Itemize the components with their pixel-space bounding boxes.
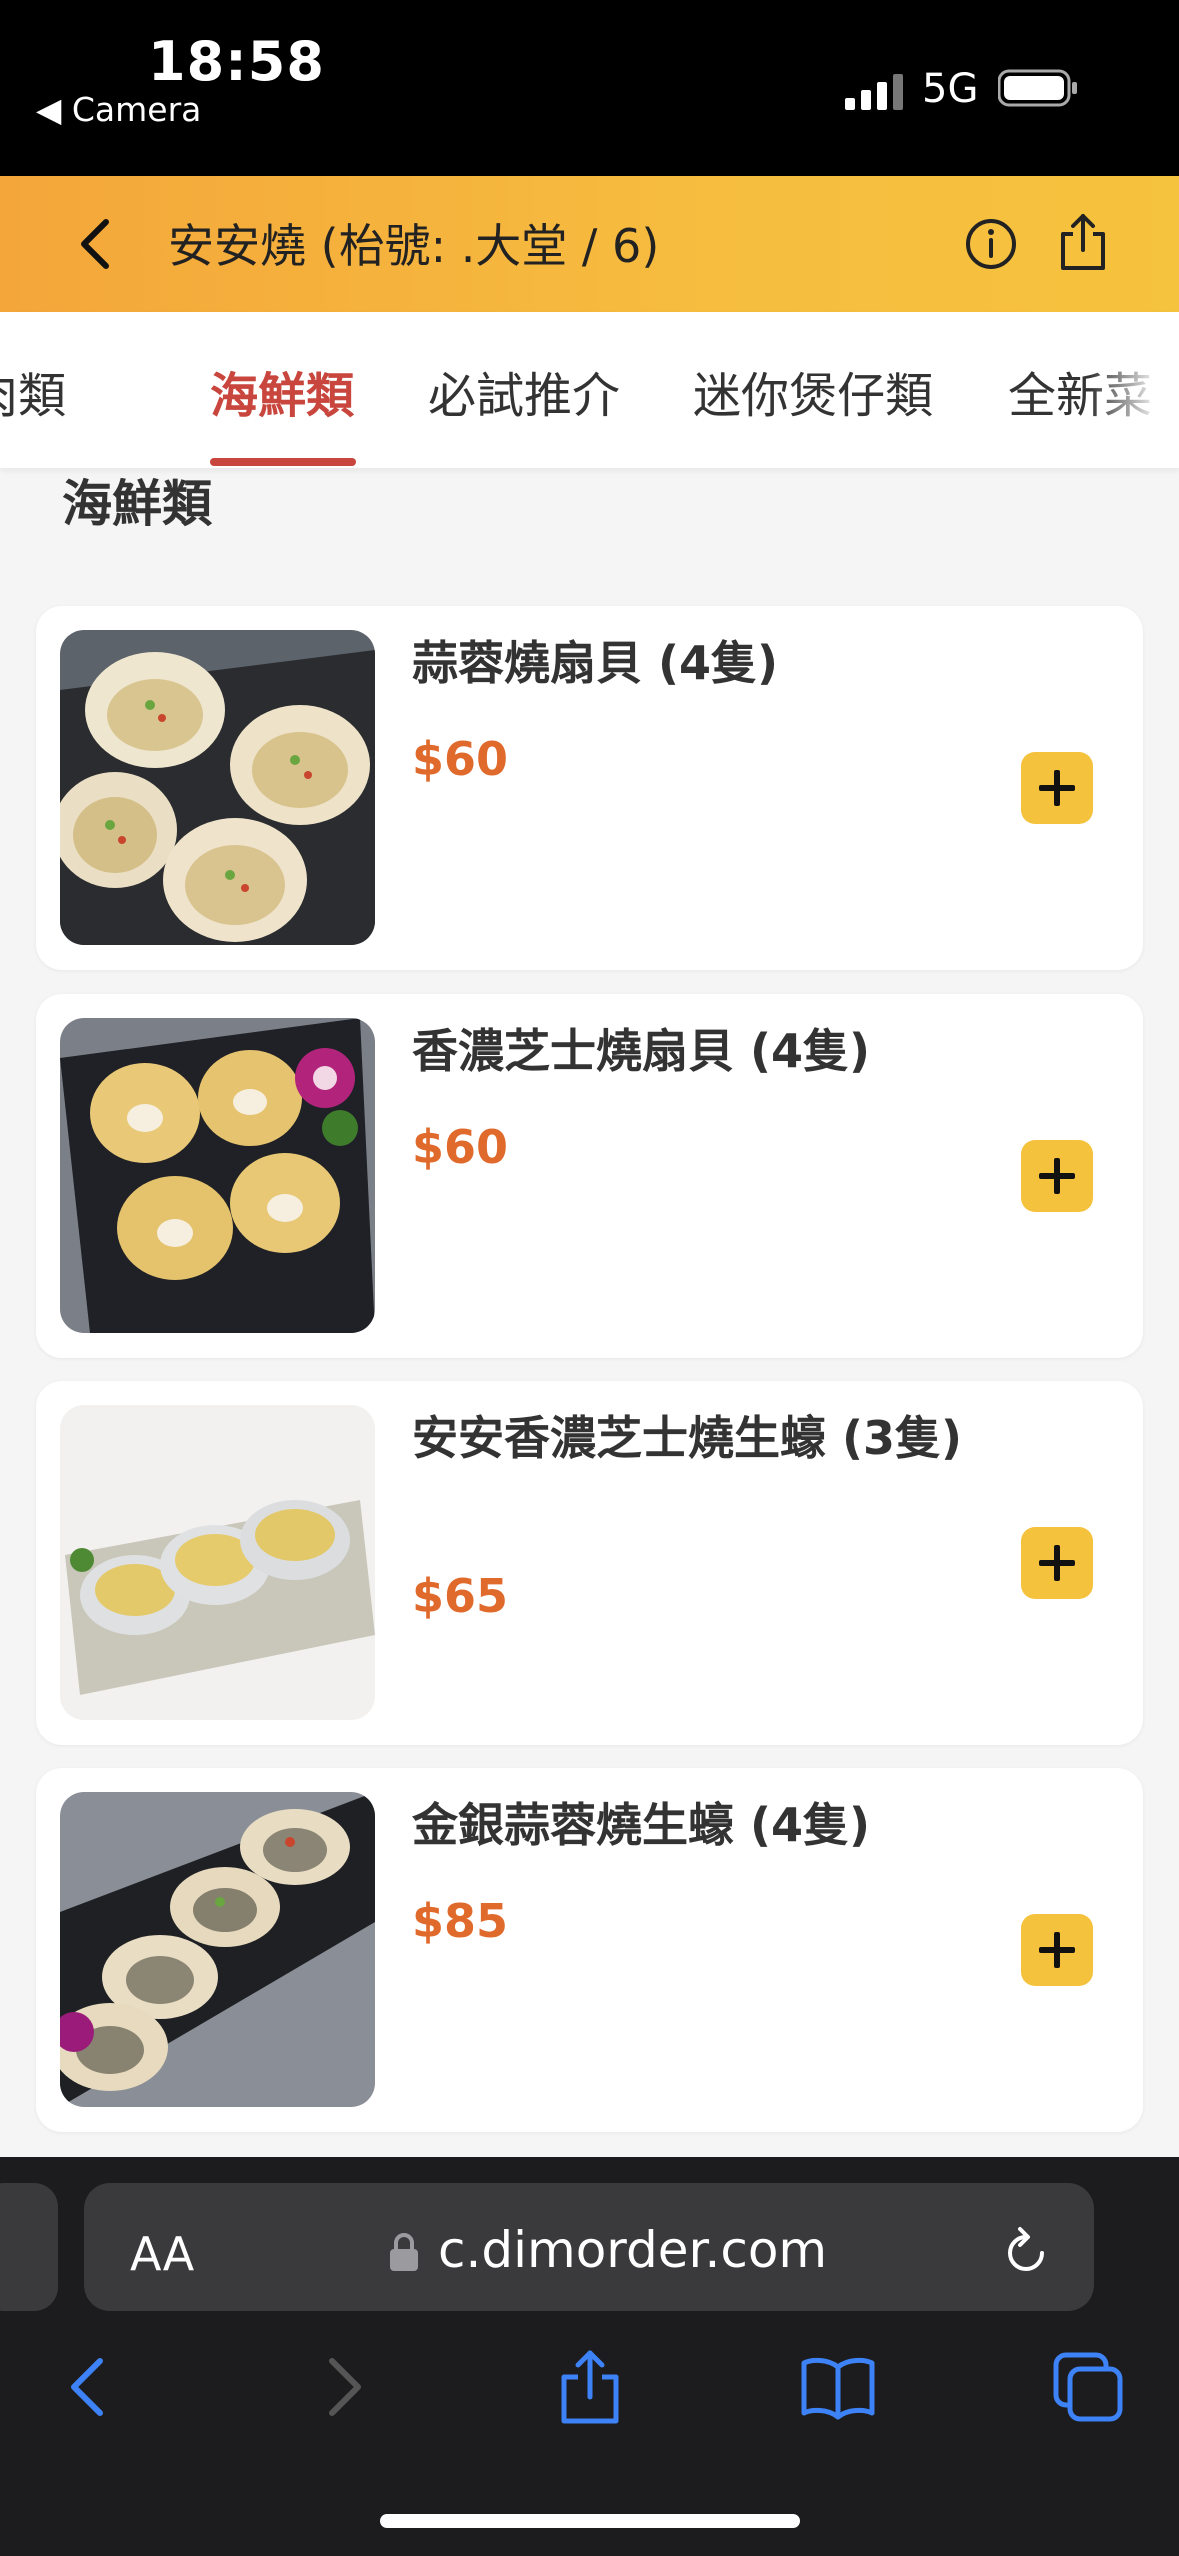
tab-mini-claypot[interactable]: 迷你煲仔類 [693,356,933,426]
reload-icon[interactable] [998,2225,1054,2281]
menu-item-price: $85 [412,1894,509,1948]
menu-item-photo [60,1405,375,1720]
menu-item-card[interactable]: 香濃芝士燒扇貝 (4隻) $60 [36,994,1143,1358]
menu-item-price: $60 [412,1120,509,1174]
status-bar: 18:58 ◀ Camera 5G [0,0,1179,176]
menu-item-name: 金銀蒜蓉燒生蠔 (4隻) [412,1798,871,1852]
battery-icon [998,69,1077,107]
menu-item-price: $60 [412,732,509,786]
url-text[interactable]: c.dimorder.com [438,2221,827,2279]
tab-seafood[interactable]: 海鮮類 [210,356,354,426]
bookmarks-icon[interactable] [798,2347,878,2427]
add-to-cart-button[interactable] [1021,1140,1093,1212]
status-time: 18:58 [148,30,325,93]
menu-item-name: 蒜蓉燒扇貝 (4隻) [412,636,779,690]
back-to-app-link[interactable]: ◀ Camera [36,90,201,129]
active-tab-indicator [210,458,356,466]
signal-icon [845,74,903,110]
browser-toolbar: AA c.dimorder.com [0,2157,1179,2556]
add-to-cart-button[interactable] [1021,752,1093,824]
share-icon[interactable] [550,2347,630,2427]
menu-item-name: 安安香濃芝士燒生蠔 (3隻) [412,1411,963,1465]
page-title: 安安燒 (枱號: .大堂 / 6) [168,219,660,273]
text-size-button[interactable]: AA [130,2227,194,2281]
tabs-icon[interactable] [1048,2347,1128,2427]
section-title: 海鮮類 [62,475,212,533]
back-arrow-icon[interactable] [50,2347,130,2427]
category-tabs: 肉類 海鮮類 必試推介 迷你煲仔類 全新菜 [0,312,1179,468]
network-type: 5G [922,66,979,112]
tab-meat[interactable]: 肉類 [0,356,66,426]
previous-tab-preview[interactable] [0,2183,58,2311]
add-to-cart-button[interactable] [1021,1914,1093,1986]
menu-item-card[interactable]: 金銀蒜蓉燒生蠔 (4隻) $85 [36,1768,1143,2132]
share-icon[interactable] [1055,212,1111,272]
forward-arrow-icon[interactable] [302,2347,382,2427]
menu-item-name: 香濃芝士燒扇貝 (4隻) [412,1024,871,1078]
info-icon[interactable] [963,216,1019,272]
menu-item-price: $65 [412,1569,509,1623]
menu-item-card[interactable]: 安安香濃芝士燒生蠔 (3隻) $65 [36,1381,1143,1745]
menu-item-photo [60,1792,375,2107]
home-indicator [380,2514,800,2528]
menu-item-photo [60,1018,375,1333]
lock-icon [390,2233,418,2271]
menu-item-photo [60,630,375,945]
tab-recommended[interactable]: 必試推介 [428,356,620,426]
add-to-cart-button[interactable] [1021,1527,1093,1599]
tabs-fade [1089,312,1179,468]
menu-item-card[interactable]: 蒜蓉燒扇貝 (4隻) $60 [36,606,1143,970]
app-header: 安安燒 (枱號: .大堂 / 6) [0,176,1179,312]
back-chevron-icon[interactable] [70,216,120,272]
